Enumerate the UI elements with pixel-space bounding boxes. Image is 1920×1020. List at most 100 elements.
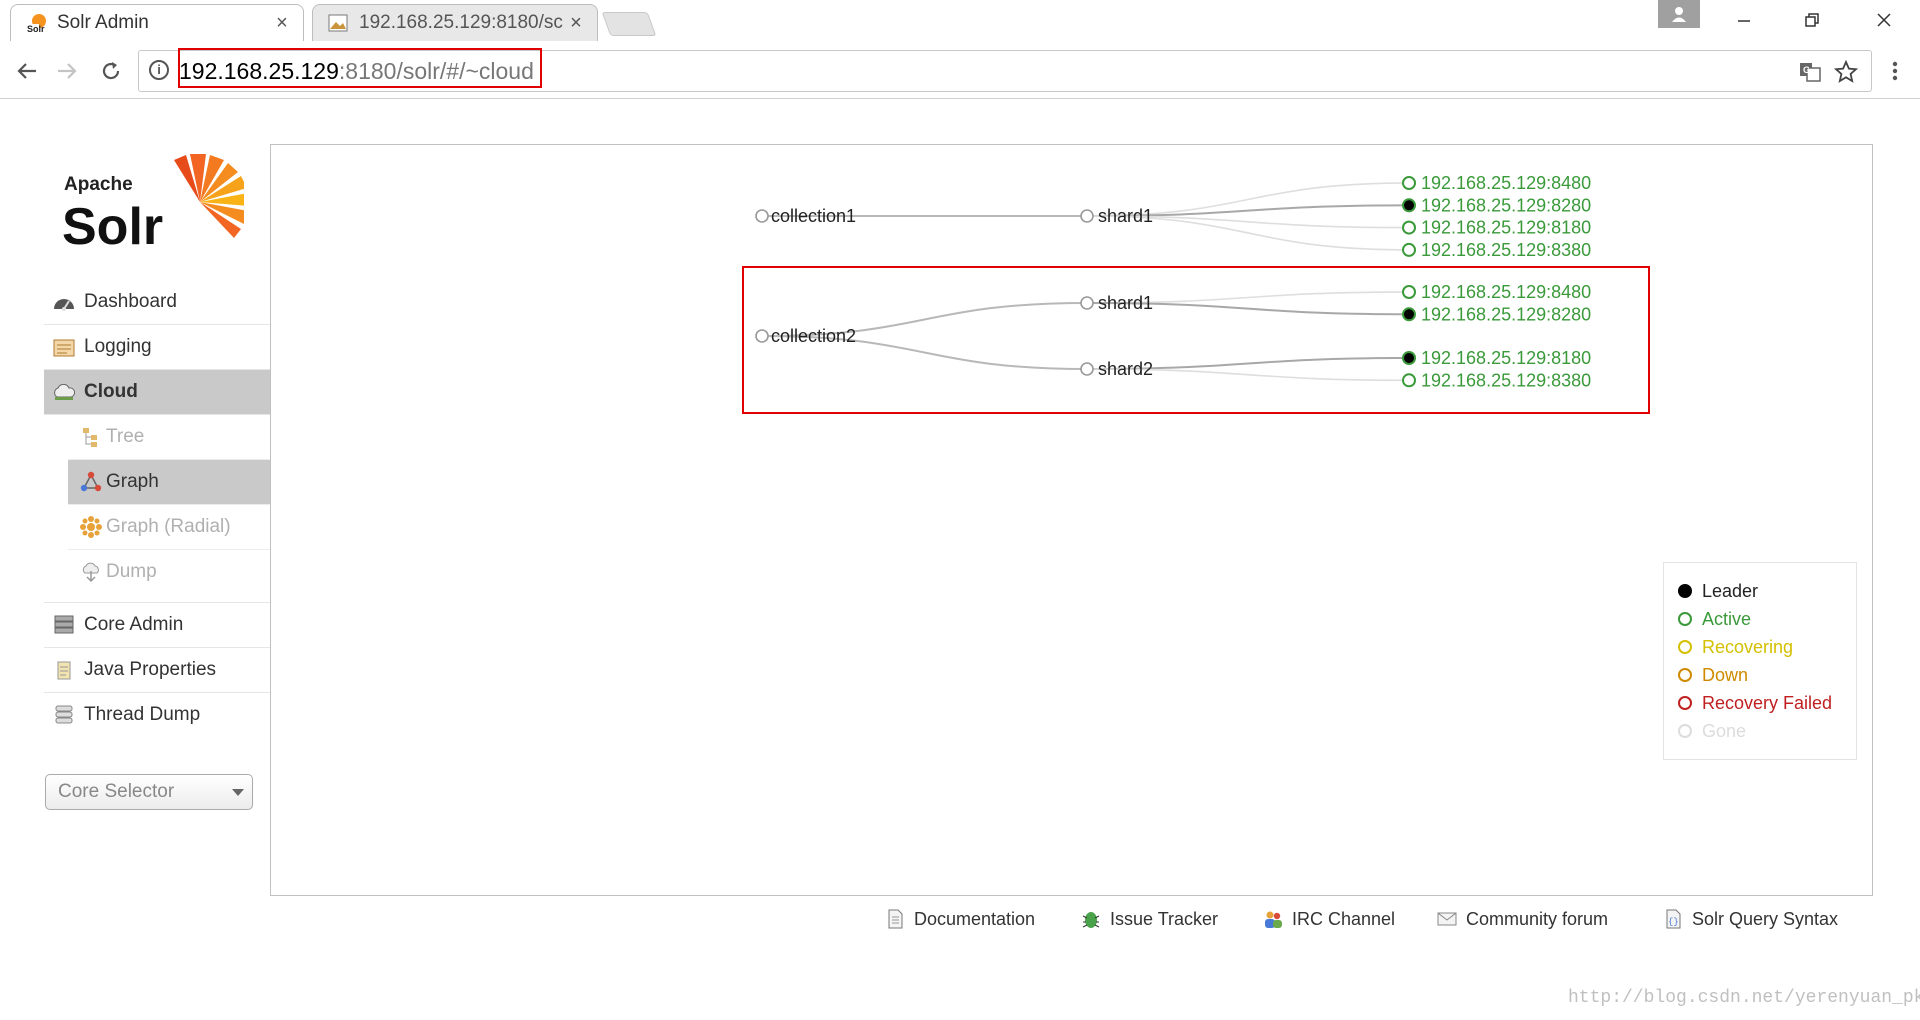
footer-link-label: Solr Query Syntax [1692, 908, 1839, 929]
logging-icon [53, 339, 75, 357]
svg-text:{}: {} [1668, 917, 1679, 927]
footer-link-label: IRC Channel [1292, 908, 1396, 929]
legend-label: Recovering [1702, 636, 1794, 657]
tab-solr-second[interactable]: 192.168.25.129:8180/sc × [312, 4, 598, 41]
legend-label: Gone [1702, 720, 1747, 741]
legend-label: Down [1702, 664, 1749, 685]
sidebar-item-label: Java Properties [84, 659, 217, 680]
back-arrow-icon [17, 63, 36, 79]
radial-icon [80, 516, 102, 538]
logo-apache-text: Apache [64, 174, 133, 195]
dashboard-icon [54, 299, 74, 311]
sidebar-item-thread-dump[interactable]: Thread Dump [44, 693, 270, 737]
legend-label: Recovery Failed [1702, 692, 1833, 713]
graph-legend: Leader Active Recovering Down Recovery F… [1663, 562, 1857, 760]
footer-link-community-forum[interactable]: Community forum [1436, 904, 1608, 934]
restore-icon[interactable] [1782, 0, 1842, 40]
legend-dot [1678, 612, 1692, 626]
sidebar-item-cloud[interactable]: Cloud [44, 370, 270, 415]
sidebar-divider [44, 594, 270, 603]
replica-node [1402, 198, 1416, 213]
sidebar-subitem-dump[interactable]: Dump [68, 550, 270, 594]
java-icon [57, 661, 71, 680]
sidebar-subitem-graph-radial[interactable]: Graph (Radial) [68, 505, 270, 550]
footer-link-solr-query-syntax[interactable]: {} Solr Query Syntax [1662, 904, 1838, 934]
profile-icon[interactable] [1658, 0, 1700, 28]
footer-link-documentation[interactable]: Documentation [884, 904, 1035, 934]
svg-text:G: G [1803, 65, 1810, 75]
tree-icon [83, 428, 97, 447]
info-icon[interactable]: i [149, 60, 169, 80]
sidebar-subitem-label: Graph (Radial) [106, 516, 231, 537]
forward-button[interactable] [50, 54, 84, 88]
reload-icon [102, 62, 120, 80]
tab-label: 192.168.25.129:8180/sc [359, 12, 563, 33]
browser-tabstrip: Solr Solr Admin × 192.168.25.129:8180/sc… [0, 0, 1920, 44]
sidebar-subitem-graph[interactable]: Graph [68, 460, 270, 505]
footer-link-label: Community forum [1466, 908, 1609, 929]
sidebar-item-java-properties[interactable]: Java Properties [44, 648, 270, 693]
sidebar-item-label: Dashboard [84, 291, 177, 312]
bookmark-star-icon[interactable] [1831, 57, 1861, 87]
forward-arrow-icon [58, 63, 77, 79]
replica-host-label: 192.168.25.129:8380 [1421, 240, 1591, 260]
replica-host-label: 192.168.25.129:8480 [1421, 173, 1591, 193]
mail-icon [1437, 912, 1457, 926]
sidebar-subitem-label: Dump [106, 561, 157, 582]
chevron-down-icon [232, 789, 244, 796]
core-selector-dropdown[interactable]: Core Selector [45, 774, 253, 810]
shard-label: shard1 [1098, 206, 1153, 226]
new-tab-button[interactable] [601, 12, 657, 36]
legend-label: Leader [1702, 580, 1759, 601]
reload-button[interactable] [94, 54, 128, 88]
solr-favicon-icon: Solr [27, 14, 46, 34]
image-favicon-icon [328, 14, 348, 32]
close-tab-icon[interactable]: × [271, 12, 293, 35]
legend-dot [1678, 640, 1692, 654]
sidebar-item-core-admin[interactable]: Core Admin [44, 603, 270, 648]
legend-item-leader: Leader [1678, 577, 1856, 605]
minimize-icon[interactable] [1714, 0, 1774, 40]
footer-link-label: Issue Tracker [1110, 908, 1219, 929]
sidebar-item-label: Logging [84, 336, 152, 357]
close-tab-icon[interactable]: × [565, 12, 587, 35]
footer-link-irc-channel[interactable]: IRC Channel [1262, 904, 1395, 934]
sidebar-item-label: Thread Dump [84, 704, 201, 725]
legend-dot [1678, 584, 1692, 598]
legend-item-down: Down [1678, 661, 1856, 689]
back-button[interactable] [10, 54, 44, 88]
shard-node [1080, 209, 1094, 223]
legend-item-gone: Gone [1678, 717, 1856, 745]
sidebar-item-label: Cloud [84, 381, 138, 402]
dump-icon [82, 562, 99, 583]
footer-link-issue-tracker[interactable]: Issue Tracker [1080, 904, 1218, 934]
legend-item-active: Active [1678, 605, 1856, 633]
browser-menu-icon[interactable] [1878, 54, 1912, 88]
legend-dot [1678, 696, 1692, 710]
replica-host-label: 192.168.25.129:8180 [1421, 218, 1591, 238]
legend-dot [1678, 724, 1692, 738]
sidebar-item-dashboard[interactable]: Dashboard [44, 280, 270, 325]
cloud-icon [54, 383, 76, 400]
replica-node [1402, 242, 1416, 257]
core-admin-icon [54, 615, 74, 634]
replica-host-label: 192.168.25.129:8280 [1421, 195, 1591, 215]
legend-item-recovery-failed: Recovery Failed [1678, 689, 1856, 717]
tab-solr-admin[interactable]: Solr Solr Admin × [10, 4, 304, 41]
close-window-icon[interactable] [1854, 0, 1914, 40]
solr-logo: Apache Solr [62, 150, 249, 256]
legend-item-recovering: Recovering [1678, 633, 1856, 661]
logo-solr-text: Solr [62, 198, 163, 254]
translate-icon[interactable]: G [1795, 57, 1825, 87]
core-selector-label: Core Selector [58, 781, 175, 802]
sidebar-subitem-tree[interactable]: Tree [68, 415, 270, 460]
sidebar-subitem-label: Tree [106, 426, 145, 447]
sidebar-item-logging[interactable]: Logging [44, 325, 270, 370]
sidebar-subitem-label: Graph [106, 471, 159, 492]
irc-icon [1265, 911, 1282, 928]
sidebar-item-label: Core Admin [84, 614, 184, 635]
bug-icon [1082, 912, 1100, 928]
graph-icon [80, 471, 102, 492]
sidebar: Dashboard Logging Cloud Tree Graph Graph… [44, 280, 270, 737]
cloud-graph-panel: collection1 shard1 192.168.25.129:8480 192.… [270, 144, 1873, 896]
